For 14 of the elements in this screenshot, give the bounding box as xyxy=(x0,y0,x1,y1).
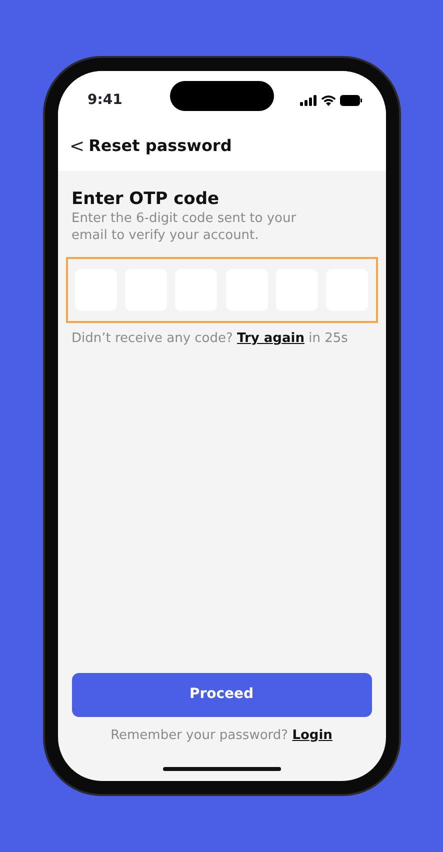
wifi-icon xyxy=(320,94,336,106)
battery-icon xyxy=(340,94,362,106)
signal-icon xyxy=(300,94,316,106)
try-again-link[interactable]: Try again xyxy=(237,331,304,346)
resend-prompt: Didn’t receive any code? xyxy=(72,331,233,346)
login-prompt: Remember your password? xyxy=(110,728,288,742)
instruction-text: Enter the 6-digit code sent to your email to verify your account. xyxy=(72,211,298,246)
back-button[interactable]: < xyxy=(70,132,85,160)
otp-heading: Enter OTP code xyxy=(72,189,220,210)
proceed-button[interactable]: Proceed xyxy=(72,672,372,716)
status-time: 9:41 xyxy=(88,90,122,110)
login-link[interactable]: Login xyxy=(292,728,332,742)
countdown-text: in 25s xyxy=(308,331,348,346)
screen-title: Reset password xyxy=(88,135,232,157)
